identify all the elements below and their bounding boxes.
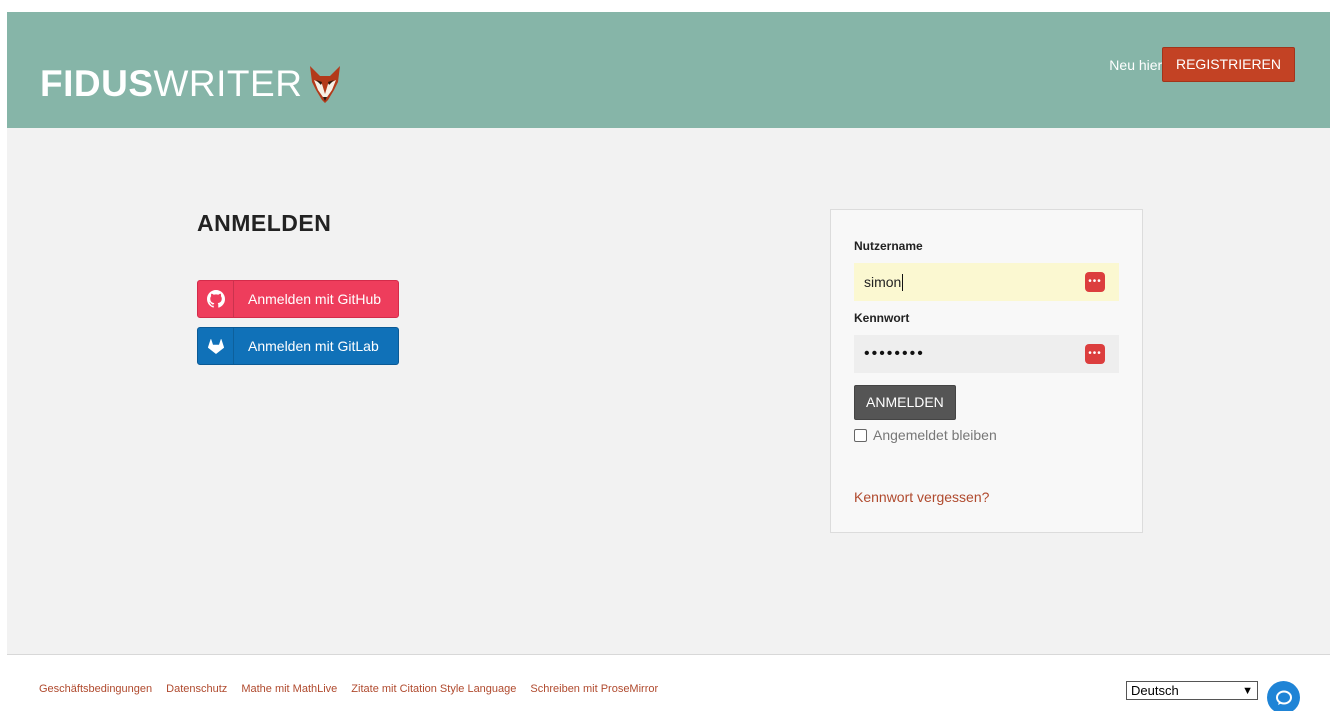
username-field[interactable]: simon ••• bbox=[854, 263, 1119, 301]
page: FIDUS WRITER Neu hier? REGISTRIEREN ANME… bbox=[7, 12, 1330, 711]
language-select[interactable]: Deutsch ▼ bbox=[1126, 681, 1258, 700]
password-field[interactable]: •••••••• ••• bbox=[854, 335, 1119, 373]
login-gitlab-button[interactable]: Anmelden mit GitLab bbox=[197, 327, 399, 365]
remember-me[interactable]: Angemeldet bleiben bbox=[854, 427, 997, 443]
github-icon bbox=[198, 281, 234, 317]
login-form: Nutzername simon ••• Kennwort •••••••• •… bbox=[830, 209, 1143, 533]
text-caret bbox=[902, 273, 904, 291]
fox-icon bbox=[310, 66, 341, 103]
register-button[interactable]: REGISTRIEREN bbox=[1161, 47, 1295, 82]
new-here-text: Neu hier? bbox=[1109, 57, 1170, 73]
language-selected: Deutsch bbox=[1131, 683, 1179, 698]
footer-link-csl[interactable]: Zitate mit Citation Style Language bbox=[351, 683, 516, 695]
remember-label: Angemeldet bleiben bbox=[873, 427, 997, 443]
password-value: •••••••• bbox=[864, 345, 925, 362]
login-github-label: Anmelden mit GitHub bbox=[248, 291, 382, 307]
gitlab-icon bbox=[198, 328, 234, 364]
username-label: Nutzername bbox=[854, 239, 923, 253]
chat-button[interactable] bbox=[1267, 681, 1300, 711]
password-manager-icon[interactable]: ••• bbox=[1085, 272, 1105, 292]
footer-link-privacy[interactable]: Datenschutz bbox=[166, 683, 227, 695]
remember-checkbox[interactable] bbox=[854, 428, 867, 442]
footer-link-prosemirror[interactable]: Schreiben mit ProseMirror bbox=[530, 683, 658, 695]
chat-bubble-icon bbox=[1275, 690, 1292, 705]
fidus-writer-logo[interactable]: FIDUS WRITER bbox=[40, 63, 342, 104]
username-value: simon bbox=[864, 274, 902, 290]
logo-text-light: WRITER bbox=[153, 63, 303, 104]
forgot-password-link[interactable]: Kennwort vergessen? bbox=[854, 489, 989, 505]
login-gitlab-label: Anmelden mit GitLab bbox=[248, 338, 379, 354]
password-label: Kennwort bbox=[854, 311, 910, 325]
page-title: ANMELDEN bbox=[197, 210, 332, 236]
footer: Geschäftsbedingungen Datenschutz Mathe m… bbox=[7, 655, 1330, 711]
chevron-down-icon: ▼ bbox=[1242, 685, 1253, 697]
footer-links: Geschäftsbedingungen Datenschutz Mathe m… bbox=[39, 683, 658, 695]
main-content: ANMELDEN Anmelden mit GitHub Anmelden mi… bbox=[7, 128, 1330, 655]
logo-text-bold: FIDUS bbox=[40, 63, 154, 104]
footer-link-mathlive[interactable]: Mathe mit MathLive bbox=[241, 683, 337, 695]
login-github-button[interactable]: Anmelden mit GitHub bbox=[197, 280, 399, 318]
header-bar: FIDUS WRITER Neu hier? REGISTRIEREN bbox=[7, 12, 1330, 128]
password-manager-icon[interactable]: ••• bbox=[1085, 344, 1105, 364]
login-submit-button[interactable]: ANMELDEN bbox=[854, 385, 956, 420]
footer-link-terms[interactable]: Geschäftsbedingungen bbox=[39, 683, 152, 695]
